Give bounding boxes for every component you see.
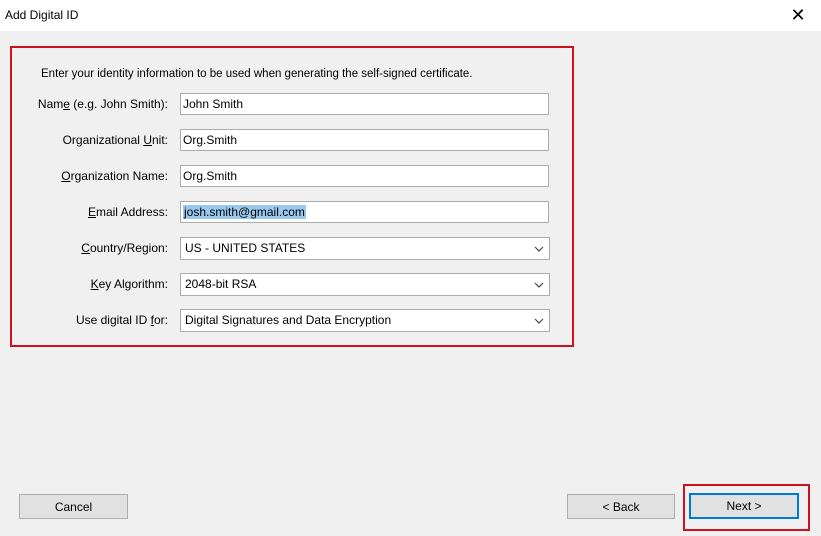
name-input[interactable]: John Smith bbox=[180, 93, 549, 115]
org-unit-input[interactable]: Org.Smith bbox=[180, 129, 549, 151]
email-input[interactable]: josh.smith@gmail.com bbox=[180, 201, 549, 223]
form-instructions: Enter your identity information to be us… bbox=[41, 68, 473, 80]
org-name-input[interactable]: Org.Smith bbox=[180, 165, 549, 187]
usage-row: Use digital ID for: Digital Signatures a… bbox=[12, 309, 572, 332]
country-row: Country/Region: US - UNITED STATES bbox=[12, 237, 572, 260]
name-input-value: John Smith bbox=[183, 97, 244, 111]
window-title: Add Digital ID bbox=[5, 8, 79, 22]
org-name-row: Organization Name: Org.Smith bbox=[12, 165, 572, 187]
name-row: Name (e.g. John Smith): John Smith bbox=[12, 93, 572, 115]
email-row: Email Address: josh.smith@gmail.com bbox=[12, 201, 572, 223]
country-select-value: US - UNITED STATES bbox=[185, 241, 306, 255]
country-label: Country/Region: bbox=[81, 241, 168, 255]
email-label: Email Address: bbox=[87, 205, 168, 219]
country-select[interactable]: US - UNITED STATES bbox=[180, 237, 550, 260]
close-icon: ✕ bbox=[790, 5, 806, 25]
org-unit-row: Organizational Unit: Org.Smith bbox=[12, 129, 572, 151]
email-input-value: josh.smith@gmail.com bbox=[183, 205, 306, 219]
org-unit-input-value: Org.Smith bbox=[183, 133, 238, 147]
usage-select-value: Digital Signatures and Data Encryption bbox=[185, 313, 392, 327]
org-name-label: Organization Name: bbox=[61, 169, 168, 183]
org-name-input-value: Org.Smith bbox=[183, 169, 238, 183]
key-algorithm-row: Key Algorithm: 2048-bit RSA bbox=[12, 273, 572, 296]
org-unit-label: Organizational Unit: bbox=[62, 133, 168, 147]
next-button[interactable]: Next > bbox=[689, 493, 799, 519]
usage-label: Use digital ID for: bbox=[75, 313, 168, 327]
key-algorithm-select[interactable]: 2048-bit RSA bbox=[180, 273, 550, 296]
key-algorithm-select-value: 2048-bit RSA bbox=[185, 277, 257, 291]
key-algorithm-label: Key Algorithm: bbox=[90, 277, 168, 291]
back-button[interactable]: < Back bbox=[567, 494, 675, 519]
chevron-down-icon[interactable] bbox=[529, 310, 549, 331]
name-label: Name (e.g. John Smith): bbox=[37, 97, 168, 111]
identity-form-panel: Enter your identity information to be us… bbox=[10, 46, 574, 347]
chevron-down-icon[interactable] bbox=[529, 238, 549, 259]
cancel-button[interactable]: Cancel bbox=[19, 494, 128, 519]
close-button[interactable]: ✕ bbox=[775, 0, 821, 31]
usage-select[interactable]: Digital Signatures and Data Encryption bbox=[180, 309, 550, 332]
chevron-down-icon[interactable] bbox=[529, 274, 549, 295]
title-bar: Add Digital ID ✕ bbox=[0, 0, 821, 31]
